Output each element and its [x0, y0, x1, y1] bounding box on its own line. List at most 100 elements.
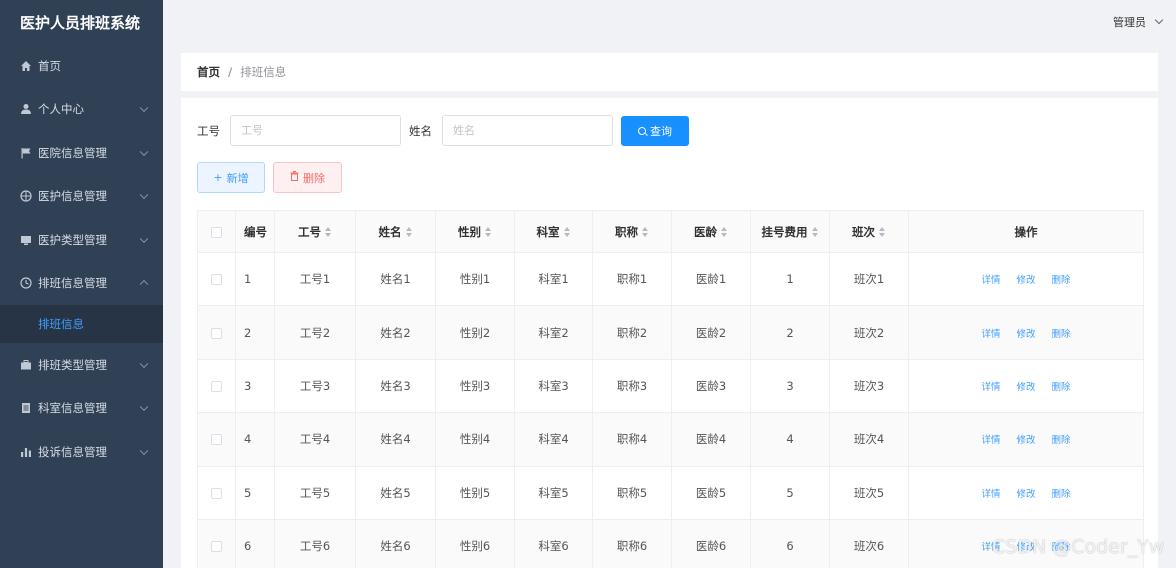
- cell-gonghao: 工号1: [274, 252, 356, 307]
- row-select-cell[interactable]: [197, 252, 236, 307]
- document-icon: [20, 402, 32, 414]
- cell-seniority: 医龄4: [671, 412, 751, 467]
- edit-link[interactable]: 修改: [1016, 435, 1035, 446]
- top-header: 管理员: [163, 0, 1176, 44]
- cell-fee: 4: [750, 412, 830, 467]
- header-gonghao[interactable]: 工号: [274, 210, 356, 253]
- header-fee[interactable]: 挂号费用: [750, 210, 830, 253]
- cell-name: 姓名2: [355, 305, 436, 360]
- header-shift[interactable]: 班次: [829, 210, 909, 253]
- sidebar-item-staff-type[interactable]: 医护类型管理: [0, 218, 163, 262]
- sidebar: 医护人员排班系统 首页 个人中心 医院信息管理 医护信息管理 医护类型管理 排班…: [0, 0, 163, 568]
- cell-name: 姓名6: [355, 519, 436, 568]
- detail-link[interactable]: 详情: [981, 382, 1000, 393]
- cell-index: 5: [235, 466, 275, 520]
- cell-gender: 性别6: [435, 519, 515, 568]
- sidebar-item-label: 排班类型管理: [38, 357, 107, 372]
- sidebar-item-schedule-type[interactable]: 排班类型管理: [0, 343, 163, 387]
- header-seniority[interactable]: 医龄: [671, 210, 751, 253]
- delete-link[interactable]: 删除: [1052, 435, 1071, 446]
- delete-link[interactable]: 删除: [1052, 275, 1071, 286]
- row-select-cell[interactable]: [197, 466, 236, 520]
- header-dept[interactable]: 科室: [514, 210, 593, 253]
- breadcrumb-separator: /: [228, 65, 233, 79]
- detail-link[interactable]: 详情: [981, 435, 1000, 446]
- sidebar-item-label: 医护信息管理: [38, 189, 107, 204]
- select-all-checkbox[interactable]: [211, 226, 222, 238]
- chevron-down-icon: [139, 359, 149, 368]
- query-button[interactable]: 查询: [621, 115, 689, 146]
- name-label: 姓名: [409, 123, 432, 138]
- submenu-item-schedule-info[interactable]: 排班信息: [0, 305, 163, 343]
- select-all-cell[interactable]: [197, 210, 236, 253]
- cell-index: 1: [235, 252, 275, 307]
- search-bar: 工号 姓名 查询: [197, 115, 689, 146]
- add-button[interactable]: + 新增: [197, 162, 265, 193]
- delete-link[interactable]: 删除: [1052, 329, 1071, 340]
- delete-link[interactable]: 删除: [1052, 382, 1071, 393]
- clock-icon: [20, 277, 32, 289]
- cell-index: 3: [235, 359, 275, 414]
- cell-fee: 6: [750, 519, 830, 568]
- header-gender[interactable]: 性别: [435, 210, 515, 253]
- row-checkbox[interactable]: [211, 487, 222, 499]
- table-row[interactable]: 2 工号2 姓名2 性别2 科室2 职称2 医龄2 2 班次2 详情 修改 删除: [197, 305, 1144, 360]
- sort-icon[interactable]: [563, 227, 571, 237]
- sort-icon[interactable]: [879, 227, 886, 237]
- edit-link[interactable]: 修改: [1016, 329, 1035, 340]
- edit-link[interactable]: 修改: [1016, 275, 1035, 286]
- row-checkbox[interactable]: [211, 434, 222, 446]
- edit-link[interactable]: 修改: [1016, 489, 1035, 500]
- name-input[interactable]: [442, 115, 613, 146]
- delete-button[interactable]: 删除: [273, 162, 342, 193]
- sidebar-item-schedule[interactable]: 排班信息管理: [0, 262, 163, 306]
- delete-link[interactable]: 删除: [1052, 489, 1071, 500]
- row-checkbox[interactable]: [211, 541, 222, 553]
- header-ops: 操作: [908, 210, 1144, 253]
- sort-icon[interactable]: [325, 227, 332, 237]
- cell-index: 4: [235, 412, 275, 467]
- edit-link[interactable]: 修改: [1016, 382, 1035, 393]
- row-select-cell[interactable]: [197, 305, 236, 360]
- breadcrumb: 首页 / 排班信息: [181, 53, 1158, 91]
- cell-gonghao: 工号6: [274, 519, 356, 568]
- row-checkbox[interactable]: [211, 274, 222, 286]
- detail-link[interactable]: 详情: [981, 329, 1000, 340]
- cell-shift: 班次3: [829, 359, 909, 414]
- detail-link[interactable]: 详情: [981, 489, 1000, 500]
- table-row[interactable]: 1 工号1 姓名1 性别1 科室1 职称1 医龄1 1 班次1 详情 修改 删除: [197, 252, 1144, 307]
- sort-icon[interactable]: [642, 227, 649, 237]
- header-title[interactable]: 职称: [592, 210, 672, 253]
- row-select-cell[interactable]: [197, 359, 236, 414]
- cell-shift: 班次2: [829, 305, 909, 360]
- table-row[interactable]: 5 工号5 姓名5 性别5 科室5 职称5 医龄5 5 班次5 详情 修改 删除: [197, 466, 1144, 520]
- table-row[interactable]: 4 工号4 姓名4 性别4 科室4 职称4 医龄4 4 班次4 详情 修改 删除: [197, 412, 1144, 467]
- cell-dept: 科室1: [514, 252, 593, 307]
- row-select-cell[interactable]: [197, 519, 236, 568]
- gonghao-input[interactable]: [230, 115, 401, 146]
- cell-fee: 1: [750, 252, 830, 307]
- plus-icon: +: [213, 171, 223, 184]
- sidebar-item-home[interactable]: 首页: [0, 44, 163, 88]
- sidebar-item-medical-staff[interactable]: 医护信息管理: [0, 175, 163, 219]
- header-name[interactable]: 姓名: [355, 210, 436, 253]
- cell-name: 姓名5: [355, 466, 436, 520]
- sidebar-item-complaints[interactable]: 投诉信息管理: [0, 430, 163, 474]
- sidebar-item-department[interactable]: 科室信息管理: [0, 387, 163, 431]
- user-menu[interactable]: 管理员: [1113, 14, 1164, 30]
- cell-name: 姓名3: [355, 359, 436, 414]
- row-select-cell[interactable]: [197, 412, 236, 467]
- sort-icon[interactable]: [721, 227, 728, 237]
- sidebar-item-hospital[interactable]: 医院信息管理: [0, 131, 163, 175]
- monitor-icon: [20, 234, 32, 246]
- row-checkbox[interactable]: [211, 327, 222, 339]
- detail-link[interactable]: 详情: [981, 275, 1000, 286]
- search-icon: [638, 126, 646, 135]
- sort-icon[interactable]: [811, 227, 819, 237]
- sort-icon[interactable]: [485, 227, 492, 237]
- sidebar-item-profile[interactable]: 个人中心: [0, 88, 163, 132]
- table-row[interactable]: 3 工号3 姓名3 性别3 科室3 职称3 医龄3 3 班次3 详情 修改 删除: [197, 359, 1144, 414]
- row-checkbox[interactable]: [211, 380, 222, 392]
- breadcrumb-home[interactable]: 首页: [197, 64, 220, 80]
- sort-icon[interactable]: [405, 227, 413, 237]
